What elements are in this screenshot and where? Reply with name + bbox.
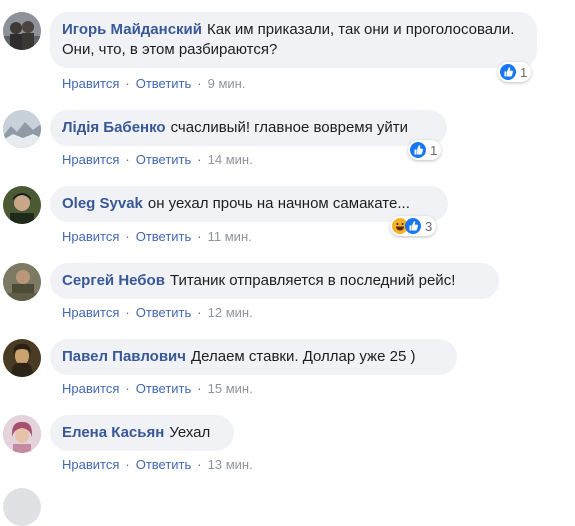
reply-link[interactable]: Ответить — [136, 76, 192, 91]
like-reaction-icon — [500, 64, 516, 80]
reply-link[interactable]: Ответить — [136, 305, 192, 320]
comment-author[interactable]: Игорь Майданский — [62, 21, 202, 38]
avatar[interactable] — [3, 488, 41, 526]
separator-dot: · — [197, 457, 202, 472]
separator-dot: · — [197, 381, 202, 396]
comment-timestamp[interactable]: 13 мин. — [208, 457, 253, 472]
separator-dot: · — [197, 76, 202, 91]
reaction-summary[interactable]: 1 — [408, 140, 442, 160]
comment-bubble: Сергей Небов Титаник отправляется в после… — [50, 263, 499, 299]
reply-link[interactable]: Ответить — [136, 381, 192, 396]
reply-link[interactable]: Ответить — [136, 457, 192, 472]
separator-dot: · — [197, 152, 202, 167]
comment-bubble: Игорь Майданский Как им приказали, так он… — [50, 12, 537, 68]
comment-text: он уехал прочь на начном самакате... — [147, 195, 410, 212]
comment-author[interactable]: Oleg Syvak — [62, 195, 143, 212]
like-link[interactable]: Нравится — [62, 457, 119, 472]
reaction-count: 1 — [430, 142, 438, 158]
separator-dot: · — [125, 457, 130, 472]
avatar[interactable] — [3, 263, 41, 301]
comment-author[interactable]: Сергей Небов — [62, 272, 165, 289]
comment-timestamp[interactable]: 12 мин. — [208, 305, 253, 320]
comment-actions: Нравится · Ответить · 13 мин. — [62, 457, 253, 473]
comment-text: Титаник отправляется в последний рейс! — [169, 272, 456, 289]
comment-bubble: Лідія Бабенко счасливый! главное вовремя … — [50, 110, 447, 146]
avatar[interactable] — [3, 339, 41, 377]
separator-dot: · — [125, 305, 130, 320]
like-reaction-icon — [410, 142, 426, 158]
comment-actions: Нравится · Ответить · 11 мин. — [62, 229, 252, 245]
comment-author[interactable]: Лідія Бабенко — [62, 119, 166, 136]
comment-timestamp[interactable]: 15 мин. — [208, 381, 253, 396]
separator-dot: · — [197, 305, 202, 320]
reaction-summary[interactable]: 1 — [498, 62, 532, 82]
like-reaction-icon — [405, 218, 421, 234]
like-link[interactable]: Нравится — [62, 229, 119, 244]
comment-author[interactable]: Павел Павлович — [62, 348, 186, 365]
comment-bubble: Елена Касьян Уехал — [50, 415, 234, 451]
comment-bubble: Павел Павлович Делаем ставки. Доллар уже … — [50, 339, 457, 375]
reaction-count: 1 — [520, 64, 528, 80]
reaction-count: 3 — [425, 218, 433, 234]
avatar[interactable] — [3, 415, 41, 453]
avatar[interactable] — [3, 12, 41, 50]
comment-actions: Нравится · Ответить · 15 мин. — [62, 381, 253, 397]
like-link[interactable]: Нравится — [62, 152, 119, 167]
comment-author[interactable]: Елена Касьян — [62, 424, 164, 441]
comment-timestamp[interactable]: 11 мин. — [208, 229, 252, 244]
like-link[interactable]: Нравится — [62, 76, 119, 91]
comment-text: Уехал — [169, 424, 211, 441]
comment-timestamp[interactable]: 14 мин. — [208, 152, 253, 167]
reaction-summary[interactable]: 3 — [390, 216, 437, 236]
comment-text: Делаем ставки. Доллар уже 25 ) — [190, 348, 416, 365]
separator-dot: · — [125, 229, 130, 244]
separator-dot: · — [197, 229, 202, 244]
reply-link[interactable]: Ответить — [136, 152, 192, 167]
reply-link[interactable]: Ответить — [136, 229, 192, 244]
comment-actions: Нравится · Ответить · 12 мин. — [62, 305, 253, 321]
avatar[interactable] — [3, 186, 41, 224]
separator-dot: · — [125, 152, 130, 167]
comment-bubble: Oleg Syvak он уехал прочь на начном самак… — [50, 186, 448, 222]
separator-dot: · — [125, 381, 130, 396]
comment-text: счасливый! главное вовремя уйти — [170, 119, 409, 136]
avatar[interactable] — [3, 110, 41, 148]
like-link[interactable]: Нравится — [62, 305, 119, 320]
comment-actions: Нравится · Ответить · 9 мин. — [62, 76, 245, 92]
comment-actions: Нравится · Ответить · 14 мин. — [62, 152, 253, 168]
separator-dot: · — [125, 76, 130, 91]
comment-timestamp[interactable]: 9 мин. — [208, 76, 246, 91]
like-link[interactable]: Нравится — [62, 381, 119, 396]
